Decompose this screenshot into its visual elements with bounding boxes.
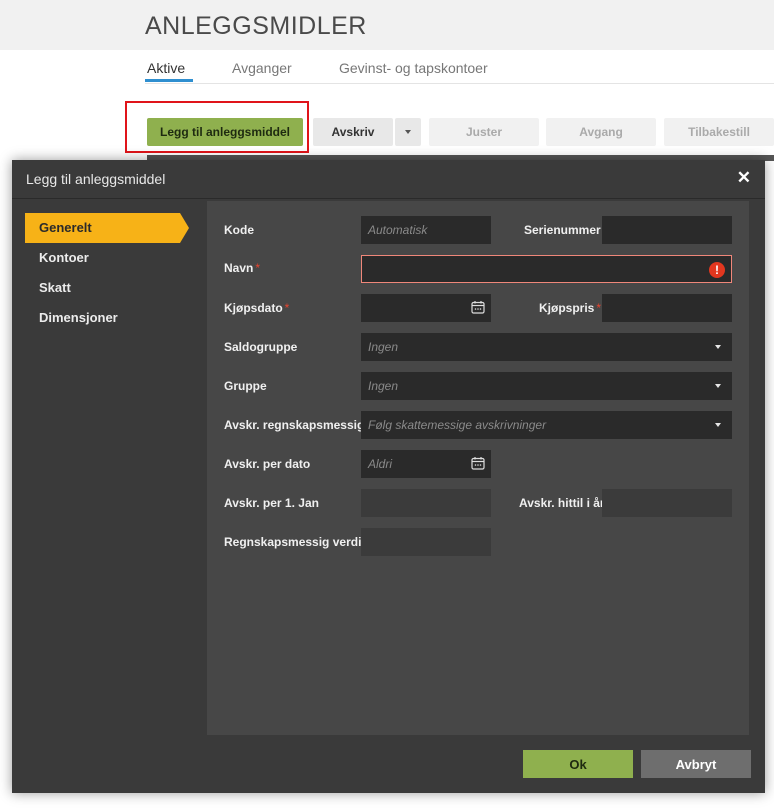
navn-label: Navn * [224, 261, 260, 275]
avskr-per-dato-label: Avskr. per dato [224, 457, 311, 471]
avskr-regnskapsmessig-placeholder: Følg skattemessige avskrivninger [368, 418, 547, 432]
dialog-sidenav: Generelt Kontoer Skatt Dimensjoner [25, 213, 195, 333]
depreciate-button[interactable]: Avskriv [313, 118, 393, 146]
saldogruppe-placeholder: Ingen [368, 340, 399, 354]
active-tab-indicator [145, 79, 193, 82]
kjopspris-label: Kjøpspris * [539, 301, 601, 315]
regnskapsmessig-verdi-label: Regnskapsmessig verdi [224, 535, 362, 549]
avskr-per-dato-input[interactable]: Aldri [361, 450, 491, 478]
form-panel: Kode Automatisk Serienummer Navn * ! Kjøp… [207, 201, 749, 735]
nav-item-kontoer[interactable]: Kontoer [25, 243, 195, 273]
add-asset-dialog: Legg til anleggsmiddel ✕ Generelt Kontoe… [12, 160, 765, 793]
dialog-divider [12, 198, 765, 199]
tab-gevinst-tapskontoer[interactable]: Gevinst- og tapskontoer [339, 60, 488, 76]
cancel-button[interactable]: Avbryt [641, 750, 751, 778]
chevron-down-icon [715, 423, 721, 427]
chevron-down-icon [715, 345, 721, 349]
page-title: ANLEGGSMIDLER [145, 12, 367, 40]
kjopspris-input[interactable] [602, 294, 732, 322]
depreciate-dropdown-button[interactable] [395, 118, 421, 146]
gruppe-select[interactable]: Ingen [361, 372, 732, 400]
gruppe-label: Gruppe [224, 379, 267, 393]
saldogruppe-label: Saldogruppe [224, 340, 298, 354]
calendar-icon[interactable] [471, 456, 485, 470]
nav-item-skatt[interactable]: Skatt [25, 273, 195, 303]
required-marker: * [596, 301, 602, 315]
kode-label: Kode [224, 223, 254, 237]
adjust-button[interactable]: Juster [429, 118, 539, 146]
avskr-per-1-jan-label: Avskr. per 1. Jan [224, 496, 319, 510]
disposal-button[interactable]: Avgang [546, 118, 656, 146]
avskr-hittil-value [602, 489, 732, 517]
kode-placeholder: Automatisk [368, 223, 428, 237]
kjopspris-label-text: Kjøpspris [539, 301, 595, 315]
required-marker: * [284, 301, 290, 315]
error-icon: ! [709, 262, 725, 278]
navn-input[interactable]: ! [361, 255, 732, 283]
tab-avganger[interactable]: Avganger [232, 60, 292, 76]
regnskapsmessig-verdi-value [361, 528, 491, 556]
avskr-regnskapsmessig-label: Avskr. regnskapsmessig [224, 418, 365, 432]
avskr-regnskapsmessig-select[interactable]: Følg skattemessige avskrivninger [361, 411, 732, 439]
ok-button[interactable]: Ok [523, 750, 633, 778]
serienummer-input[interactable] [602, 216, 732, 244]
serienummer-label: Serienummer [524, 223, 601, 237]
kjopsdato-label-text: Kjøpsdato [224, 301, 283, 315]
chevron-down-icon [405, 130, 411, 134]
nav-item-generelt[interactable]: Generelt [25, 213, 189, 243]
required-marker: * [255, 261, 261, 275]
tab-bar: Aktive Avganger Gevinst- og tapskontoer [145, 58, 774, 84]
saldogruppe-select[interactable]: Ingen [361, 333, 732, 361]
dialog-title: Legg til anleggsmiddel [26, 171, 166, 187]
nav-item-dimensjoner[interactable]: Dimensjoner [25, 303, 195, 333]
avskr-per-dato-placeholder: Aldri [368, 457, 393, 471]
navn-label-text: Navn [224, 261, 254, 275]
avskr-per-1-jan-value [361, 489, 491, 517]
page-header [0, 0, 774, 50]
gruppe-placeholder: Ingen [368, 379, 399, 393]
tab-aktive[interactable]: Aktive [147, 60, 185, 76]
reset-button[interactable]: Tilbakestill [664, 118, 774, 146]
highlight-box [125, 101, 309, 153]
kode-input[interactable]: Automatisk [361, 216, 491, 244]
chevron-down-icon [715, 384, 721, 388]
avskr-hittil-label: Avskr. hittil i år [519, 496, 605, 510]
calendar-icon[interactable] [471, 300, 485, 314]
kjopsdato-input[interactable] [361, 294, 491, 322]
kjopsdato-label: Kjøpsdato * [224, 301, 289, 315]
close-icon[interactable]: ✕ [737, 168, 751, 188]
